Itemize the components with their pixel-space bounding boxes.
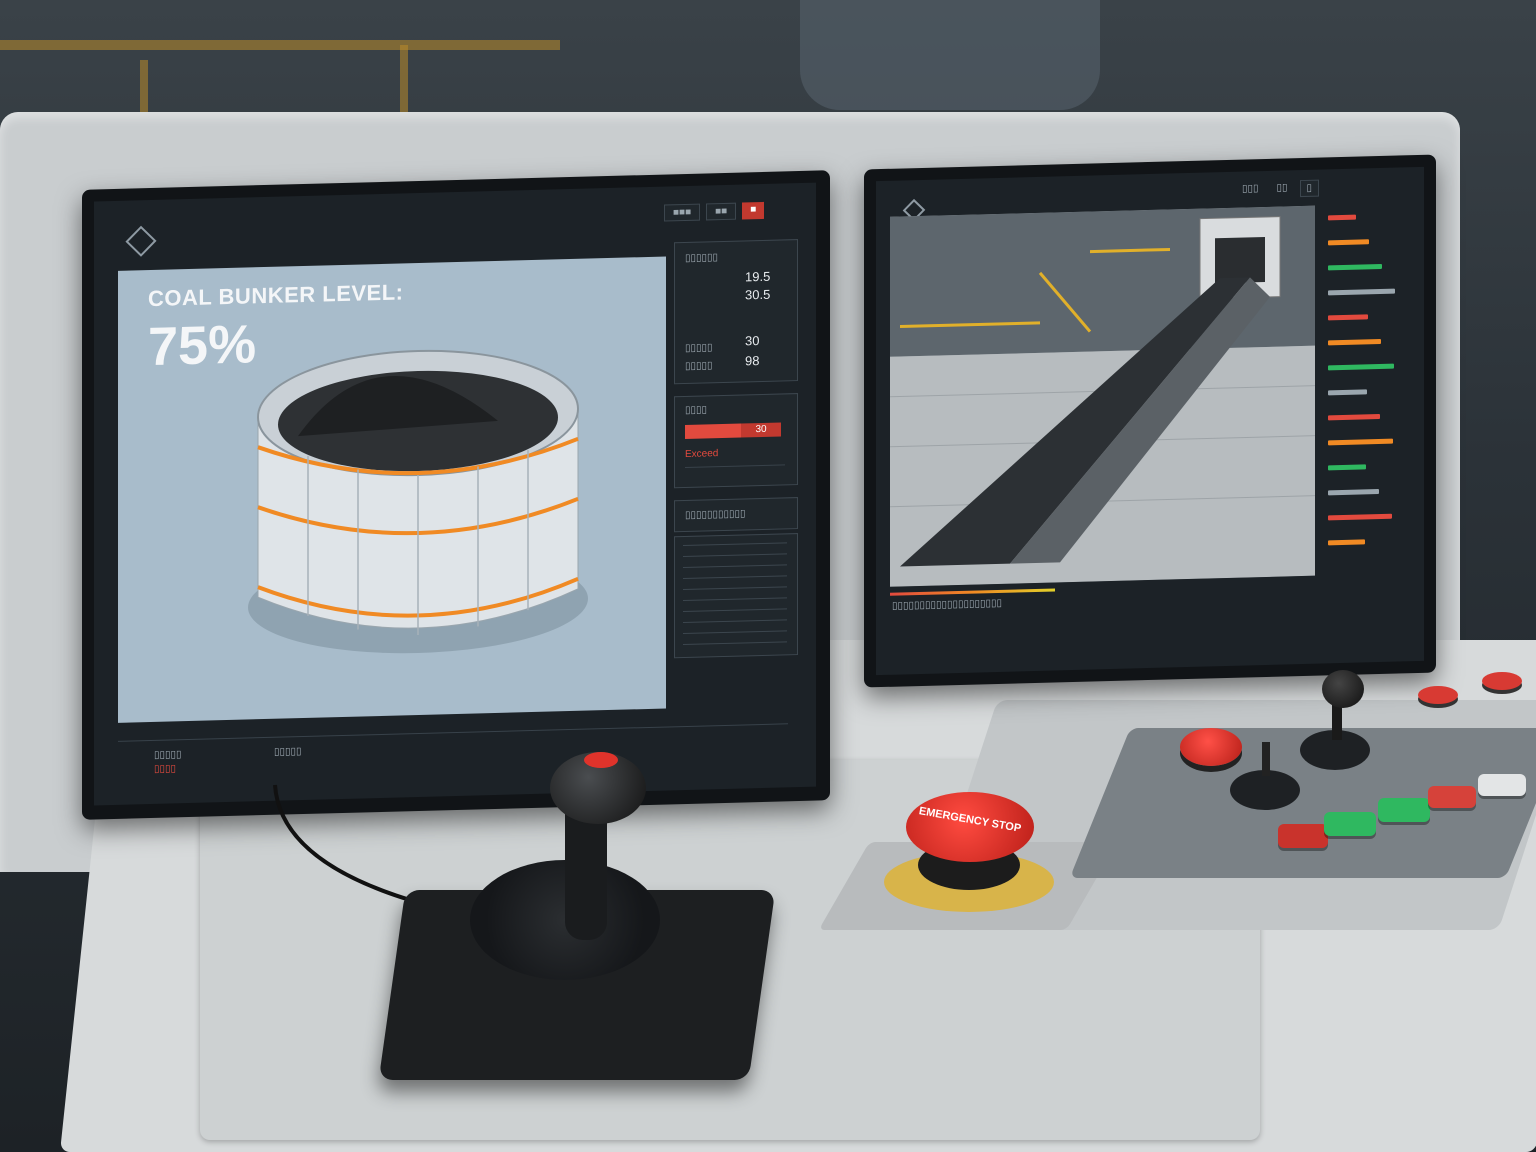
table-row — [683, 608, 787, 613]
left-monitor: ■■■ ■■ ■ COAL BUNKER LEVEL: 75% ▯▯▯▯▯▯ 1… — [82, 170, 830, 820]
status-row — [1328, 263, 1382, 271]
conveyor-illustration — [890, 205, 1315, 587]
status-row — [1328, 464, 1366, 471]
red-indicator-button[interactable] — [1482, 672, 1522, 690]
selector-switch[interactable] — [1230, 770, 1300, 810]
readout-label: ▯▯▯▯▯▯ — [685, 252, 719, 265]
divider — [685, 464, 785, 469]
readout-value: 98 — [745, 353, 760, 369]
railing — [0, 40, 560, 50]
selector-lever[interactable] — [1262, 742, 1270, 776]
table-row — [683, 586, 787, 591]
table-row — [683, 564, 787, 569]
header-button[interactable]: ■■■ — [664, 203, 701, 222]
joystick-small-handle[interactable] — [1322, 670, 1364, 708]
header-button[interactable]: ▯ — [1299, 179, 1320, 198]
alarm-value: 30 — [741, 422, 781, 438]
conveyor-camera-feed — [890, 205, 1315, 587]
status-row — [1328, 489, 1379, 496]
feed-progress-bar — [890, 588, 1055, 596]
header-button[interactable]: ■ — [742, 201, 765, 220]
table-row — [683, 641, 787, 646]
status-row — [1328, 363, 1394, 371]
left-screen: ■■■ ■■ ■ COAL BUNKER LEVEL: 75% ▯▯▯▯▯▯ 1… — [94, 182, 816, 806]
alarm-panel: ▯▯▯▯ 30 Exceed — [674, 393, 798, 489]
table-row — [683, 553, 787, 558]
alarm-bar — [685, 423, 741, 440]
status-row — [1328, 389, 1367, 396]
readout-panel-top: ▯▯▯▯▯▯ 19.5 30.5 ▯▯▯▯▯ 30 ▯▯▯▯▯ 98 — [674, 239, 798, 385]
readout-label: ▯▯▯▯▯ — [685, 342, 713, 355]
green-square-button[interactable] — [1378, 798, 1430, 822]
status-sidebar — [1324, 207, 1416, 579]
header-button-group: ▯▯▯ ▯▯ ▯ — [1236, 179, 1320, 199]
readout-value: 19.5 — [745, 268, 771, 285]
table-row — [683, 575, 787, 580]
status-row — [1328, 314, 1368, 321]
logo-icon — [125, 225, 157, 257]
status-row — [1328, 239, 1369, 246]
status-row — [1328, 539, 1365, 546]
table-row — [683, 542, 787, 547]
status-row — [1328, 513, 1392, 521]
feed-caption: ▯▯▯▯▯▯▯▯▯▯▯▯▯▯▯▯▯▯▯▯ — [892, 597, 1003, 612]
readout-value: 30.5 — [745, 286, 771, 303]
red-push-button[interactable] — [1180, 728, 1242, 766]
bunker-3d-view: COAL BUNKER LEVEL: 75% — [118, 256, 666, 723]
red-indicator-button[interactable] — [1418, 686, 1458, 704]
status-row — [1328, 338, 1381, 346]
table-header: ▯▯▯▯▯▯▯▯▯▯▯ — [685, 508, 746, 522]
alarm-status: Exceed — [685, 448, 719, 461]
emergency-stop-button[interactable]: EMERGENCY STOP — [906, 792, 1034, 862]
status-row — [1328, 214, 1356, 221]
green-square-button[interactable] — [1324, 812, 1376, 836]
joystick-trigger-button[interactable] — [584, 752, 618, 768]
header-button[interactable]: ▯▯ — [1271, 180, 1294, 198]
table-row — [683, 630, 787, 635]
status-row — [1328, 438, 1393, 446]
red-square-button[interactable] — [1428, 786, 1476, 808]
data-table — [674, 533, 798, 659]
footer-label: ▯▯▯▯▯ — [274, 746, 302, 758]
footer-sublabel: ▯▯▯▯ — [154, 763, 177, 775]
table-header-panel: ▯▯▯▯▯▯▯▯▯▯▯ — [674, 497, 798, 533]
table-row — [683, 597, 787, 602]
footer-label: ▯▯▯▯▯ — [154, 749, 182, 761]
readout-label: ▯▯▯▯▯ — [685, 360, 713, 373]
status-row — [1328, 413, 1380, 421]
header-button-group: ■■■ ■■ ■ — [664, 201, 765, 222]
white-square-button[interactable] — [1478, 774, 1526, 796]
right-screen: ▯▯▯ ▯▯ ▯ ▯▯▯▯▯▯▯▯▯▯▯▯▯▯▯▯▯▯▯▯ — [876, 166, 1424, 676]
footer-divider — [118, 723, 788, 742]
table-row — [683, 619, 787, 624]
header-button[interactable]: ▯▯▯ — [1236, 181, 1265, 199]
right-monitor: ▯▯▯ ▯▯ ▯ ▯▯▯▯▯▯▯▯▯▯▯▯▯▯▯▯▯▯▯▯ — [864, 154, 1436, 688]
alarm-section-label: ▯▯▯▯ — [685, 404, 708, 417]
background-tank — [800, 0, 1100, 110]
header-button[interactable]: ■■ — [706, 202, 737, 221]
status-row — [1328, 288, 1395, 296]
emergency-stop-label: EMERGENCY STOP — [917, 805, 1023, 835]
bunker-illustration — [248, 349, 588, 654]
red-square-button[interactable] — [1278, 824, 1328, 848]
readout-value: 30 — [745, 333, 760, 349]
